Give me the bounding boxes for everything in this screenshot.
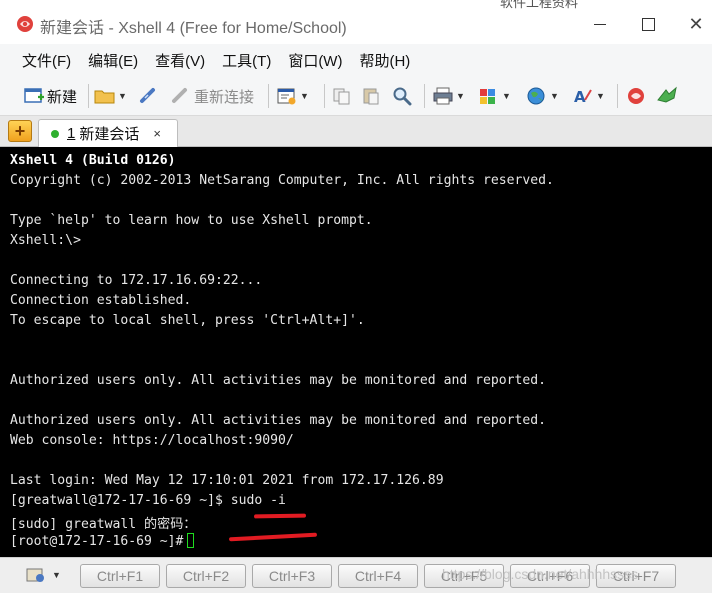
quick-key-ctrl-f2[interactable]: Ctrl+F2 (166, 564, 246, 588)
terminal-line: Last login: Wed May 12 17:10:01 2021 fro… (10, 473, 444, 488)
open-folder-button[interactable]: ▼ (94, 84, 127, 108)
link-icon (140, 88, 155, 103)
new-session-button[interactable]: 新建 (24, 84, 77, 108)
red-underline-annotation (253, 513, 307, 519)
background-overlay-text: 软件工程资料 (500, 0, 579, 10)
tab-close-icon[interactable]: × (153, 126, 161, 141)
toolbar-separator (424, 84, 425, 108)
tab-bar: + 1 新建会话 × (0, 116, 712, 147)
properties-icon (277, 88, 296, 105)
tab-label: 新建会话 (79, 126, 140, 143)
terminal-line: Connecting to 172.17.16.69:22... (10, 273, 263, 288)
quick-command-bar: ▼ Ctrl+F1 Ctrl+F2 Ctrl+F3 Ctrl+F4 Ctrl+F… (0, 557, 712, 593)
properties-button[interactable]: ▼ (276, 84, 309, 108)
quick-key-ctrl-f1[interactable]: Ctrl+F1 (80, 564, 160, 588)
minimize-button[interactable] (580, 10, 620, 38)
menu-help[interactable]: 帮助(H) (359, 50, 410, 71)
new-session-icon (24, 88, 44, 103)
color-scheme-button[interactable]: ▼ (478, 84, 511, 108)
terminal-line: Connection established. (10, 293, 192, 308)
terminal-line: Type `help' to learn how to use Xshell p… (10, 213, 373, 228)
reconnect-button[interactable]: 重新连接 (171, 84, 254, 108)
menu-view[interactable]: 查看(V) (155, 50, 205, 71)
xshell-logo-icon (17, 16, 33, 32)
terminal-line: Web console: https://localhost:9090/ (10, 433, 294, 448)
color-scheme-icon (480, 89, 495, 104)
svg-text:A: A (574, 88, 586, 106)
terminal-line: To escape to local shell, press 'Ctrl+Al… (10, 313, 365, 328)
terminal-line: Xshell 4 (Build 0126) (10, 153, 176, 168)
tab-session[interactable]: 1 新建会话 × (38, 119, 178, 147)
reconnect-icon (172, 88, 187, 103)
terminal-line: Authorized users only. All activities ma… (10, 413, 547, 428)
toolbar-separator (324, 84, 325, 108)
xshell-window: 软件工程资料 新建会话 - Xshell 4 (Free for Home/Sc… (0, 0, 712, 593)
terminal-cursor (187, 533, 195, 548)
font-icon: A (574, 88, 592, 106)
menu-window[interactable]: 窗口(W) (288, 50, 342, 71)
quick-command-icon[interactable] (26, 566, 46, 584)
terminal-view[interactable]: Xshell 4 (Build 0126) Copyright (c) 2002… (0, 147, 712, 557)
minimize-icon (594, 23, 606, 25)
toolbar-separator (617, 84, 618, 108)
search-icon (393, 87, 412, 106)
terminal-prompt-line: [root@172-17-16-69 ~]# (10, 533, 195, 549)
connect-button[interactable] (139, 84, 159, 108)
copy-button[interactable] (332, 84, 352, 108)
terminal-prompt: [root@172-17-16-69 ~]# (10, 534, 184, 549)
encoding-button[interactable]: ▼ (526, 84, 559, 108)
chevron-down-icon: ▼ (502, 91, 511, 101)
close-button[interactable]: ✕ (676, 10, 712, 38)
menu-file[interactable]: 文件(F) (22, 50, 71, 71)
tab-number: 1 (67, 125, 76, 142)
toolbar: 新建 ▼ 重新连接 ▼ ▼ ▼ ▼ A ▼ (0, 76, 712, 116)
maximize-icon (641, 17, 655, 31)
new-session-label: 新建 (47, 88, 78, 106)
folder-icon (94, 90, 115, 104)
title-bar[interactable]: 软件工程资料 新建会话 - Xshell 4 (Free for Home/Sc… (0, 0, 712, 44)
paste-button[interactable] (361, 84, 381, 108)
terminal-line: Authorized users only. All activities ma… (10, 373, 547, 388)
terminal-line: Xshell:\> (10, 233, 81, 248)
maximize-button[interactable] (628, 10, 668, 38)
watermark-text: https://blog.csdn.net/ahhhhssss (442, 566, 639, 582)
xftp-button[interactable] (656, 84, 680, 108)
menu-bar: 文件(F) 编辑(E) 查看(V) 工具(T) 窗口(W) 帮助(H) (0, 44, 712, 76)
printer-icon (433, 87, 453, 105)
terminal-line: [greatwall@172-17-16-69 ~]$ sudo -i (10, 493, 286, 508)
window-title: 新建会话 - Xshell 4 (Free for Home/School) (40, 20, 347, 37)
chevron-down-icon: ▼ (456, 91, 465, 101)
terminal-line: [sudo] greatwall 的密码： (10, 517, 197, 532)
plus-icon: + (14, 120, 26, 141)
globe-icon (527, 87, 545, 105)
menu-edit[interactable]: 编辑(E) (88, 50, 138, 71)
chevron-down-icon: ▼ (300, 91, 309, 101)
font-button[interactable]: A ▼ (572, 84, 605, 108)
toolbar-separator (88, 84, 89, 108)
xshell-logo-icon (628, 88, 644, 104)
menu-tools[interactable]: 工具(T) (222, 50, 271, 71)
connected-status-icon (51, 129, 59, 138)
add-tab-button[interactable]: + (8, 120, 32, 142)
chevron-down-icon: ▼ (118, 91, 127, 101)
paste-icon (363, 88, 379, 105)
close-icon: ✕ (688, 13, 704, 34)
chevron-down-icon[interactable]: ▼ (52, 570, 61, 580)
quick-key-ctrl-f3[interactable]: Ctrl+F3 (252, 564, 332, 588)
chevron-down-icon: ▼ (550, 91, 559, 101)
xshell-home-button[interactable] (626, 84, 648, 108)
xftp-icon (657, 86, 677, 103)
print-button[interactable]: ▼ (432, 84, 465, 108)
copy-icon (333, 88, 350, 105)
terminal-line: Copyright (c) 2002-2013 NetSarang Comput… (10, 173, 554, 188)
quick-key-ctrl-f4[interactable]: Ctrl+F4 (338, 564, 418, 588)
toolbar-separator (268, 84, 269, 108)
find-button[interactable] (392, 84, 412, 108)
red-underline-annotation (228, 532, 318, 542)
reconnect-label: 重新连接 (194, 88, 255, 106)
chevron-down-icon: ▼ (596, 91, 605, 101)
